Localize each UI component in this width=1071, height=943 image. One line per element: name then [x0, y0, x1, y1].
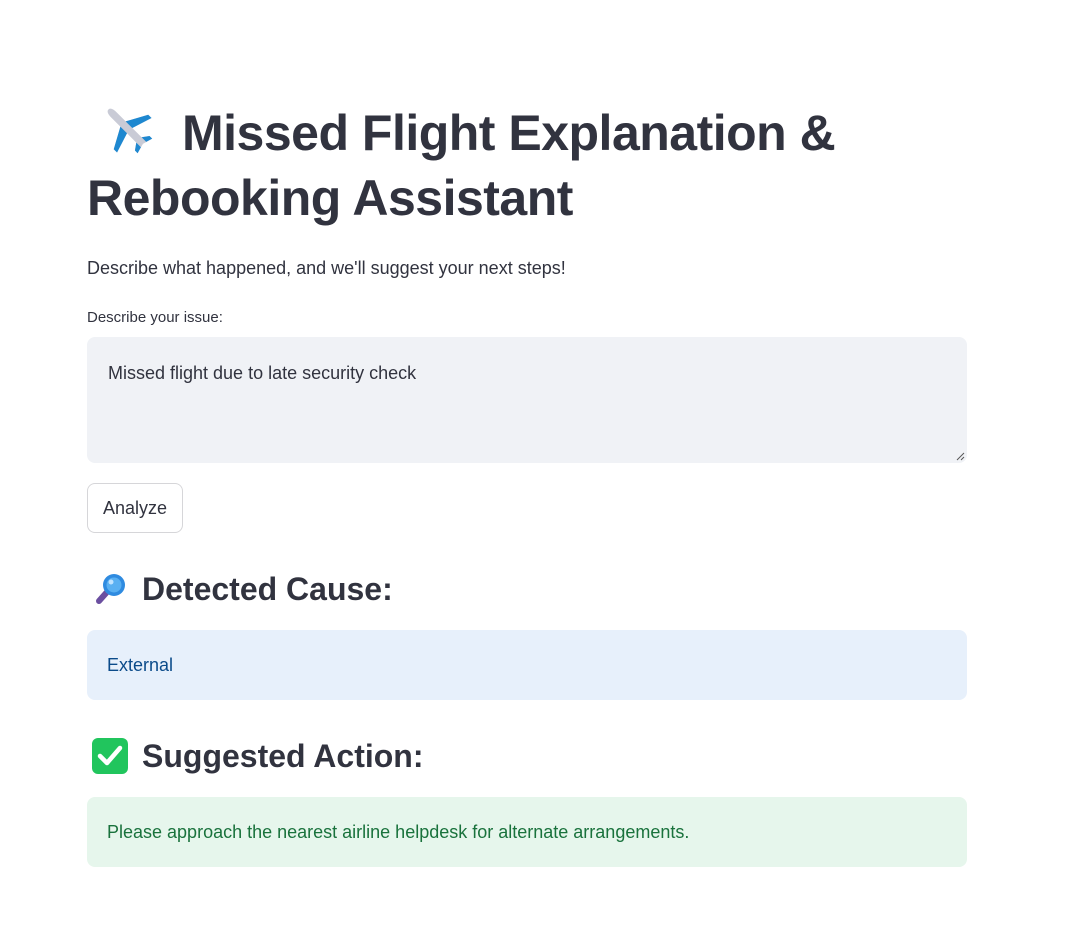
detected-cause-value: External	[107, 654, 174, 675]
issue-textarea[interactable]: Missed flight due to late security check	[87, 337, 967, 463]
analyze-button[interactable]: Analyze	[87, 483, 183, 533]
resize-grip-icon[interactable]	[955, 451, 965, 461]
issue-field-label: Describe your issue:	[87, 309, 223, 326]
detected-cause-heading: Detected Cause:	[91, 569, 393, 609]
detected-cause-alert: External	[87, 630, 967, 700]
check-box-icon	[92, 738, 128, 774]
magnifier-icon	[96, 574, 125, 604]
suggested-action-heading: Suggested Action:	[91, 736, 423, 776]
page-title-text: Missed Flight Explanation & Rebooking As…	[87, 105, 836, 226]
suggested-action-alert: Please approach the nearest airline help…	[87, 797, 967, 867]
page-subtitle: Describe what happened, and we'll sugges…	[87, 258, 566, 278]
airplane-icon	[107, 108, 153, 154]
detected-cause-heading-text: Detected Cause:	[142, 571, 393, 607]
suggested-action-value: Please approach the nearest airline help…	[107, 821, 690, 842]
page-title: Missed Flight Explanation & Rebooking As…	[87, 98, 967, 231]
suggested-action-heading-text: Suggested Action:	[142, 738, 424, 774]
issue-textarea-value: Missed flight due to late security check	[108, 363, 417, 383]
